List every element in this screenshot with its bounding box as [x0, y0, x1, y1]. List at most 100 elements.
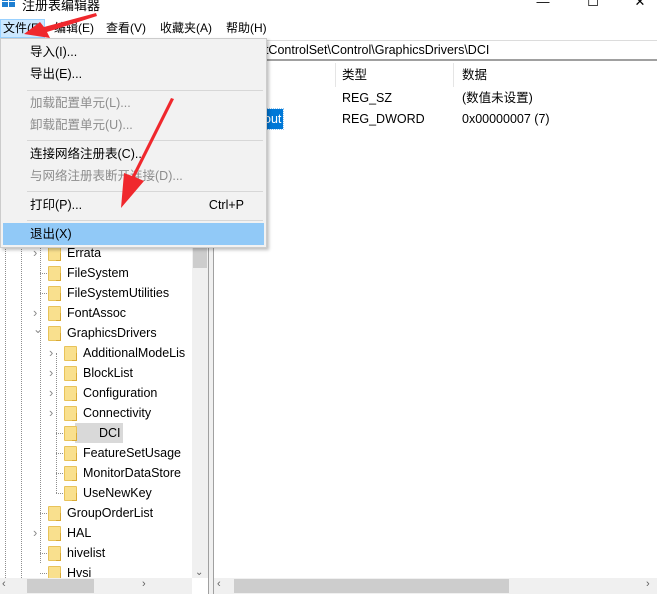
folder-icon — [48, 526, 61, 541]
chevron-right-icon[interactable]: › — [49, 403, 59, 423]
tree-item-label[interactable]: BlockList — [81, 363, 135, 383]
tree-connector — [40, 573, 47, 574]
folder-icon — [64, 386, 77, 401]
tree-item-label[interactable]: GraphicsDrivers — [65, 323, 159, 343]
tree-connector — [56, 433, 63, 434]
tree-item-label[interactable]: Configuration — [81, 383, 159, 403]
values-pane[interactable]: 类型 数据 ) REG_SZ (数值未设置) out REG_DWORD 0x0… — [214, 63, 657, 594]
folder-icon — [64, 446, 77, 461]
tree-item-label[interactable]: FeatureSetUsage — [81, 443, 183, 463]
tree-item-label-selected[interactable]: DCI — [75, 423, 123, 443]
tree-item[interactable]: GroupOrderList — [0, 503, 192, 523]
menu-separator — [27, 191, 263, 192]
folder-icon — [64, 406, 77, 421]
tree-connector — [56, 473, 63, 474]
value-data: 0x00000007 (7) — [462, 112, 550, 126]
menu-favorites[interactable]: 收藏夹(A) — [158, 19, 214, 38]
column-header-type[interactable]: 类型 — [336, 63, 454, 87]
menu-item-print-label: 打印(P)... — [30, 198, 83, 212]
menu-item-unload-hive: 卸载配置单元(U)... — [30, 118, 133, 132]
folder-icon — [48, 246, 61, 261]
tree-item[interactable]: DCI — [0, 423, 192, 443]
tree-vscroll-thumb[interactable] — [193, 246, 207, 268]
tree-item[interactable]: › AdditionalModeLis — [0, 343, 192, 363]
chevron-right-icon[interactable]: › — [49, 343, 59, 363]
regedit-app-icon — [2, 0, 16, 8]
folder-icon — [48, 306, 61, 321]
column-header-data[interactable]: 数据 — [454, 63, 657, 87]
menu-separator — [27, 90, 263, 91]
address-path-text: ntControlSet\Control\GraphicsDrivers\DCI — [258, 43, 490, 57]
scroll-down-icon[interactable]: ⌄ — [195, 567, 203, 578]
tree-hscroll-thumb[interactable] — [27, 579, 94, 593]
menu-edit[interactable]: 编辑(E) — [52, 19, 96, 38]
folder-icon — [48, 266, 61, 281]
tree-item[interactable]: hivelist — [0, 543, 192, 563]
menu-item-exit[interactable]: 退出(X) — [3, 223, 264, 245]
menu-item-export[interactable]: 导出(E)... — [3, 63, 264, 85]
tree-item[interactable]: › FontAssoc — [0, 303, 192, 323]
menu-bar: 文件(F) 编辑(E) 查看(V) 收藏夹(A) 帮助(H) — [0, 19, 657, 38]
folder-icon — [64, 346, 77, 361]
maximize-button[interactable]: ☐ — [570, 0, 616, 12]
menu-file[interactable]: 文件(F) — [0, 19, 46, 38]
tree-item-label[interactable]: FileSystem — [65, 263, 131, 283]
tree-item[interactable]: FileSystem — [0, 263, 192, 283]
tree-item-label[interactable]: GroupOrderList — [65, 503, 155, 523]
scroll-right-icon[interactable]: › — [142, 578, 146, 590]
chevron-right-icon[interactable]: › — [49, 363, 59, 383]
tree-connector — [40, 513, 47, 514]
folder-icon — [48, 326, 61, 341]
folder-icon — [48, 546, 61, 561]
scroll-right-icon[interactable]: › — [646, 578, 650, 590]
menu-separator — [27, 220, 263, 221]
chevron-right-icon[interactable]: › — [33, 523, 43, 543]
folder-icon — [64, 466, 77, 481]
value-type: REG_DWORD — [342, 112, 425, 126]
tree-item[interactable]: FileSystemUtilities — [0, 283, 192, 303]
tree-connector — [56, 453, 63, 454]
tree-connector — [40, 273, 47, 274]
tree-connector — [40, 553, 47, 554]
tree-horizontal-scrollbar[interactable]: ‹ › — [0, 578, 192, 594]
tree-item-label[interactable]: MonitorDataStore — [81, 463, 183, 483]
tree-item-label[interactable]: FileSystemUtilities — [65, 283, 171, 303]
menu-item-load-hive: 加载配置单元(L)... — [30, 96, 131, 110]
tree-connector — [40, 293, 47, 294]
tree-item-label[interactable]: Connectivity — [81, 403, 153, 423]
tree-item[interactable]: › Connectivity — [0, 403, 192, 423]
chevron-right-icon[interactable]: › — [49, 383, 59, 403]
tree-item[interactable]: UseNewKey — [0, 483, 192, 503]
tree-item[interactable]: ⌄ GraphicsDrivers — [0, 322, 192, 343]
tree-item[interactable]: › HAL — [0, 523, 192, 543]
tree-item[interactable]: MonitorDataStore — [0, 463, 192, 483]
file-menu-dropdown: 导入(I)... 导出(E)... 加载配置单元(L)... 卸载配置单元(U)… — [0, 38, 267, 248]
scroll-left-icon[interactable]: ‹ — [2, 578, 6, 590]
minimize-button[interactable]: — — [520, 0, 566, 12]
tree-item-label[interactable]: HAL — [65, 523, 93, 543]
chevron-down-icon[interactable]: ⌄ — [33, 319, 43, 339]
menu-view[interactable]: 查看(V) — [104, 19, 148, 38]
tree-item-label[interactable]: FontAssoc — [65, 303, 128, 323]
close-button[interactable]: ✕ — [617, 0, 657, 12]
print-shortcut: Ctrl+P — [208, 198, 244, 212]
tree-item-label[interactable]: AdditionalModeLis — [81, 343, 187, 363]
tree-item[interactable]: › Configuration — [0, 383, 192, 403]
tree-connector — [56, 493, 63, 494]
title-bar: 注册表编辑器 — ☐ ✕ — [0, 0, 657, 19]
menu-item-print[interactable]: 打印(P)... Ctrl+P — [3, 194, 264, 216]
tree-item-label[interactable]: UseNewKey — [81, 483, 154, 503]
menu-item-disconnect-network-registry: 与网络注册表断开连接(D)... — [30, 169, 183, 183]
values-horizontal-scrollbar[interactable]: ‹ › — [214, 578, 657, 594]
menu-item-import[interactable]: 导入(I)... — [3, 41, 264, 63]
menu-help[interactable]: 帮助(H) — [224, 19, 269, 38]
menu-item-connect-network-registry[interactable]: 连接网络注册表(C)... — [3, 143, 264, 165]
menu-separator — [27, 140, 263, 141]
tree-item-label[interactable]: hivelist — [65, 543, 107, 563]
scroll-left-icon[interactable]: ‹ — [217, 578, 221, 590]
tree-item[interactable]: FeatureSetUsage — [0, 443, 192, 463]
values-hscroll-thumb[interactable] — [234, 579, 509, 593]
tree-item[interactable]: › BlockList — [0, 363, 192, 383]
folder-icon — [48, 506, 61, 521]
folder-icon — [48, 286, 61, 301]
